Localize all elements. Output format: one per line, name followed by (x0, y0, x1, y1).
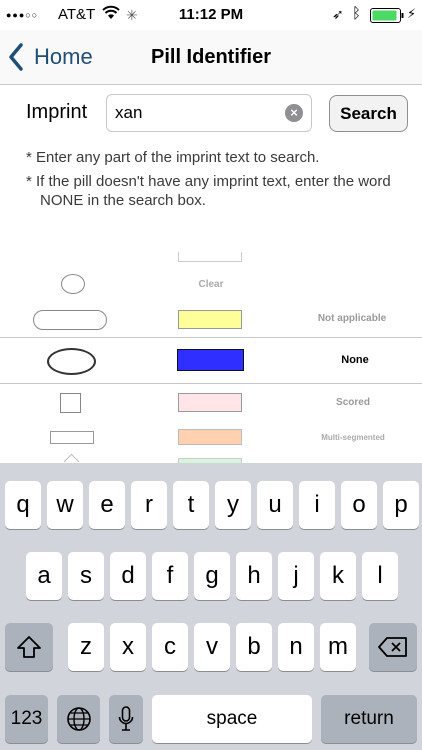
key-k[interactable]: k (320, 552, 356, 600)
key-e[interactable]: e (89, 481, 125, 529)
key-p[interactable]: p (383, 481, 419, 529)
navigation-bar: Home Pill Identifier (0, 30, 422, 85)
keyboard: qwertyuiop asdfghjkl zxcvbnm 123 space r… (0, 463, 422, 750)
key-l[interactable]: l (362, 552, 398, 600)
back-button[interactable]: Home (8, 30, 93, 84)
color-swatch-yellow[interactable] (178, 310, 242, 329)
key-z[interactable]: z (68, 623, 104, 671)
search-field-container[interactable]: × (106, 94, 312, 132)
shift-key[interactable] (5, 623, 53, 671)
return-key[interactable]: return (321, 695, 417, 743)
key-a[interactable]: a (26, 552, 62, 600)
key-g[interactable]: g (194, 552, 230, 600)
key-d[interactable]: d (110, 552, 146, 600)
score-multi-label: Multi-segmented (321, 433, 385, 442)
color-swatch-pink[interactable] (178, 393, 242, 412)
clear-text-icon[interactable]: × (285, 104, 303, 122)
selection-divider-bottom (0, 383, 422, 384)
round-shape-icon (61, 274, 85, 294)
color-swatch-partial (178, 252, 242, 262)
capsule-shape-icon (33, 310, 107, 330)
backspace-icon (378, 637, 407, 657)
key-s[interactable]: s (68, 552, 104, 600)
oval-shape-icon[interactable] (47, 348, 96, 375)
battery-icon (370, 8, 406, 28)
key-v[interactable]: v (194, 623, 230, 671)
delete-key[interactable] (369, 623, 417, 671)
key-b[interactable]: b (236, 623, 272, 671)
key-x[interactable]: x (110, 623, 146, 671)
charging-bolt-icon: ⚡ (407, 6, 417, 21)
hint-text-2: * If the pill doesn't have any imprint t… (26, 173, 391, 209)
score-not-applicable-label: Not applicable (317, 313, 387, 324)
key-j[interactable]: j (278, 552, 314, 600)
color-swatch-peach[interactable] (178, 429, 242, 445)
key-y[interactable]: y (215, 481, 251, 529)
chevron-left-icon (9, 43, 23, 71)
shift-arrow-icon (17, 636, 41, 658)
location-arrow-icon: ➶ (332, 6, 344, 22)
key-w[interactable]: w (47, 481, 83, 529)
status-bar: ●●●○○ AT&T ✳ 11:12 PM ➶ ᛒ ⚡ (0, 0, 422, 30)
key-f[interactable]: f (152, 552, 188, 600)
rectangle-shape-icon (50, 431, 94, 444)
microphone-icon (118, 706, 134, 731)
score-none-label[interactable]: None (290, 354, 420, 366)
key-m[interactable]: m (320, 623, 356, 671)
key-t[interactable]: t (173, 481, 209, 529)
dictation-key[interactable] (109, 695, 143, 743)
globe-key[interactable] (57, 695, 100, 743)
score-scored-label: Scored (336, 397, 370, 408)
key-c[interactable]: c (152, 623, 188, 671)
color-clear-label: Clear (198, 279, 224, 290)
key-i[interactable]: i (299, 481, 335, 529)
selection-divider-top (0, 337, 422, 338)
key-q[interactable]: q (5, 481, 41, 529)
key-u[interactable]: u (257, 481, 293, 529)
imprint-label: Imprint (26, 101, 88, 123)
numbers-key[interactable]: 123 (5, 695, 48, 743)
back-button-label: Home (34, 44, 93, 69)
space-key[interactable]: space (152, 695, 312, 743)
key-n[interactable]: n (278, 623, 314, 671)
search-button[interactable]: Search (329, 95, 408, 132)
globe-icon (66, 707, 91, 731)
color-swatch-blue[interactable] (177, 349, 244, 371)
square-shape-icon (60, 393, 81, 413)
imprint-search-input[interactable] (115, 101, 275, 125)
key-o[interactable]: o (341, 481, 377, 529)
key-r[interactable]: r (131, 481, 167, 529)
hint-text-1: * Enter any part of the imprint text to … (26, 149, 320, 166)
bluetooth-icon: ᛒ (352, 5, 362, 22)
key-h[interactable]: h (236, 552, 272, 600)
